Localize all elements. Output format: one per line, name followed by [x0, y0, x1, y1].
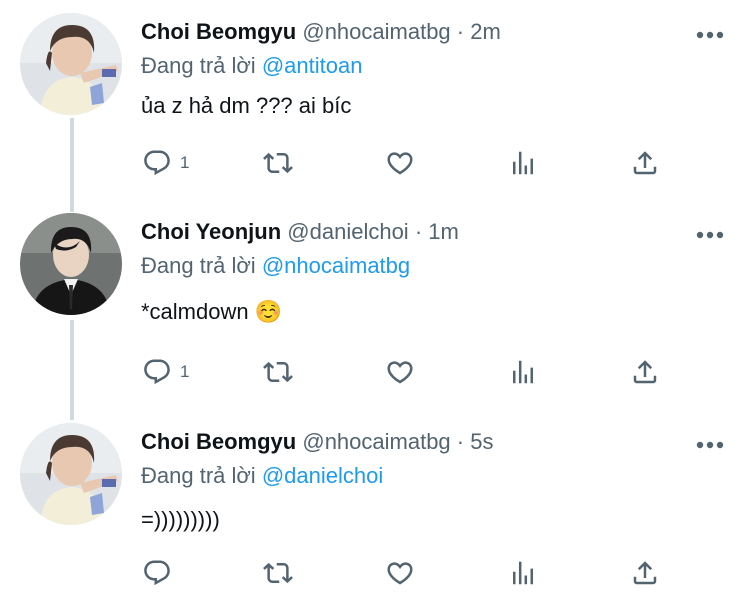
analytics-icon	[513, 151, 533, 175]
share-button[interactable]	[630, 555, 660, 591]
analytics-button[interactable]	[508, 555, 538, 591]
share-icon	[633, 360, 657, 384]
replying-to: Đang trả lời @danielchoi	[141, 462, 383, 490]
more-button[interactable]	[695, 227, 725, 239]
more-icon	[696, 231, 724, 239]
display-name[interactable]: Choi Beomgyu	[141, 429, 296, 454]
reply-count: 1	[180, 153, 190, 172]
tweet[interactable]: Choi Yeonjun @danielchoi · 1m Đang trả l…	[0, 200, 750, 400]
mention-link[interactable]: @antitoan	[262, 53, 363, 78]
more-button[interactable]	[695, 437, 725, 449]
avatar-image	[20, 423, 122, 525]
action-bar: 1	[0, 145, 750, 181]
tweet-text: ủa z hả dm ??? ai bíc	[141, 93, 352, 118]
mention-link[interactable]: @danielchoi	[262, 463, 383, 488]
user-handle[interactable]: @nhocaimatbg	[302, 19, 450, 44]
tweet-header: Choi Beomgyu @nhocaimatbg · 2m	[141, 18, 501, 46]
replying-to-label: Đang trả lời	[141, 53, 256, 78]
mention-link[interactable]: @nhocaimatbg	[262, 253, 410, 278]
replying-to-label: Đang trả lời	[141, 253, 256, 278]
like-icon	[387, 152, 413, 175]
reply-button[interactable]: 1	[142, 354, 189, 390]
analytics-icon	[513, 360, 533, 384]
reply-count: 1	[180, 362, 190, 381]
like-button[interactable]	[385, 354, 415, 390]
timestamp[interactable]: 2m	[470, 19, 501, 44]
reply-button[interactable]: 1	[142, 145, 189, 181]
tweet-header: Choi Beomgyu @nhocaimatbg · 5s	[141, 428, 494, 456]
like-icon	[387, 361, 413, 384]
like-icon	[387, 562, 413, 585]
action-bar: 1	[0, 354, 750, 390]
reply-icon	[144, 359, 170, 385]
separator-dot: ·	[456, 19, 465, 44]
analytics-icon	[513, 561, 533, 585]
more-icon	[696, 441, 724, 449]
display-name[interactable]: Choi Yeonjun	[141, 219, 281, 244]
avatar-image	[20, 13, 122, 115]
share-icon	[633, 561, 657, 585]
retweet-icon	[263, 361, 293, 383]
action-bar	[0, 555, 750, 591]
analytics-button[interactable]	[508, 354, 538, 390]
avatar-image	[20, 213, 122, 315]
reply-button[interactable]	[142, 555, 180, 591]
share-button[interactable]	[630, 145, 660, 181]
reply-icon	[144, 560, 170, 586]
replying-to-label: Đang trả lời	[141, 463, 256, 488]
replying-to: Đang trả lời @nhocaimatbg	[141, 252, 410, 280]
tweet-header: Choi Yeonjun @danielchoi · 1m	[141, 218, 459, 246]
retweet-icon	[263, 562, 293, 584]
separator-dot: ·	[456, 429, 465, 454]
more-button[interactable]	[695, 27, 725, 39]
timestamp[interactable]: 5s	[470, 429, 493, 454]
retweet-button[interactable]	[263, 555, 293, 591]
retweet-icon	[263, 152, 293, 174]
avatar[interactable]	[20, 213, 122, 315]
tweet[interactable]: Choi Beomgyu @nhocaimatbg · 2m Đang trả …	[0, 0, 750, 200]
user-handle[interactable]: @danielchoi	[287, 219, 408, 244]
share-button[interactable]	[630, 354, 660, 390]
avatar[interactable]	[20, 423, 122, 525]
timestamp[interactable]: 1m	[428, 219, 459, 244]
tweet-text: =)))))))))	[141, 507, 220, 532]
user-handle[interactable]: @nhocaimatbg	[302, 429, 450, 454]
tweet-text: *calmdown ☺️	[141, 299, 283, 324]
retweet-button[interactable]	[263, 145, 293, 181]
reply-icon	[144, 150, 170, 176]
like-button[interactable]	[385, 555, 415, 591]
replying-to: Đang trả lời @antitoan	[141, 52, 362, 80]
avatar[interactable]	[20, 13, 122, 115]
retweet-button[interactable]	[263, 354, 293, 390]
analytics-button[interactable]	[508, 145, 538, 181]
like-button[interactable]	[385, 145, 415, 181]
tweet[interactable]: Choi Beomgyu @nhocaimatbg · 5s Đang trả …	[0, 410, 750, 601]
display-name[interactable]: Choi Beomgyu	[141, 19, 296, 44]
separator-dot: ·	[414, 219, 423, 244]
share-icon	[633, 151, 657, 175]
more-icon	[696, 31, 724, 39]
